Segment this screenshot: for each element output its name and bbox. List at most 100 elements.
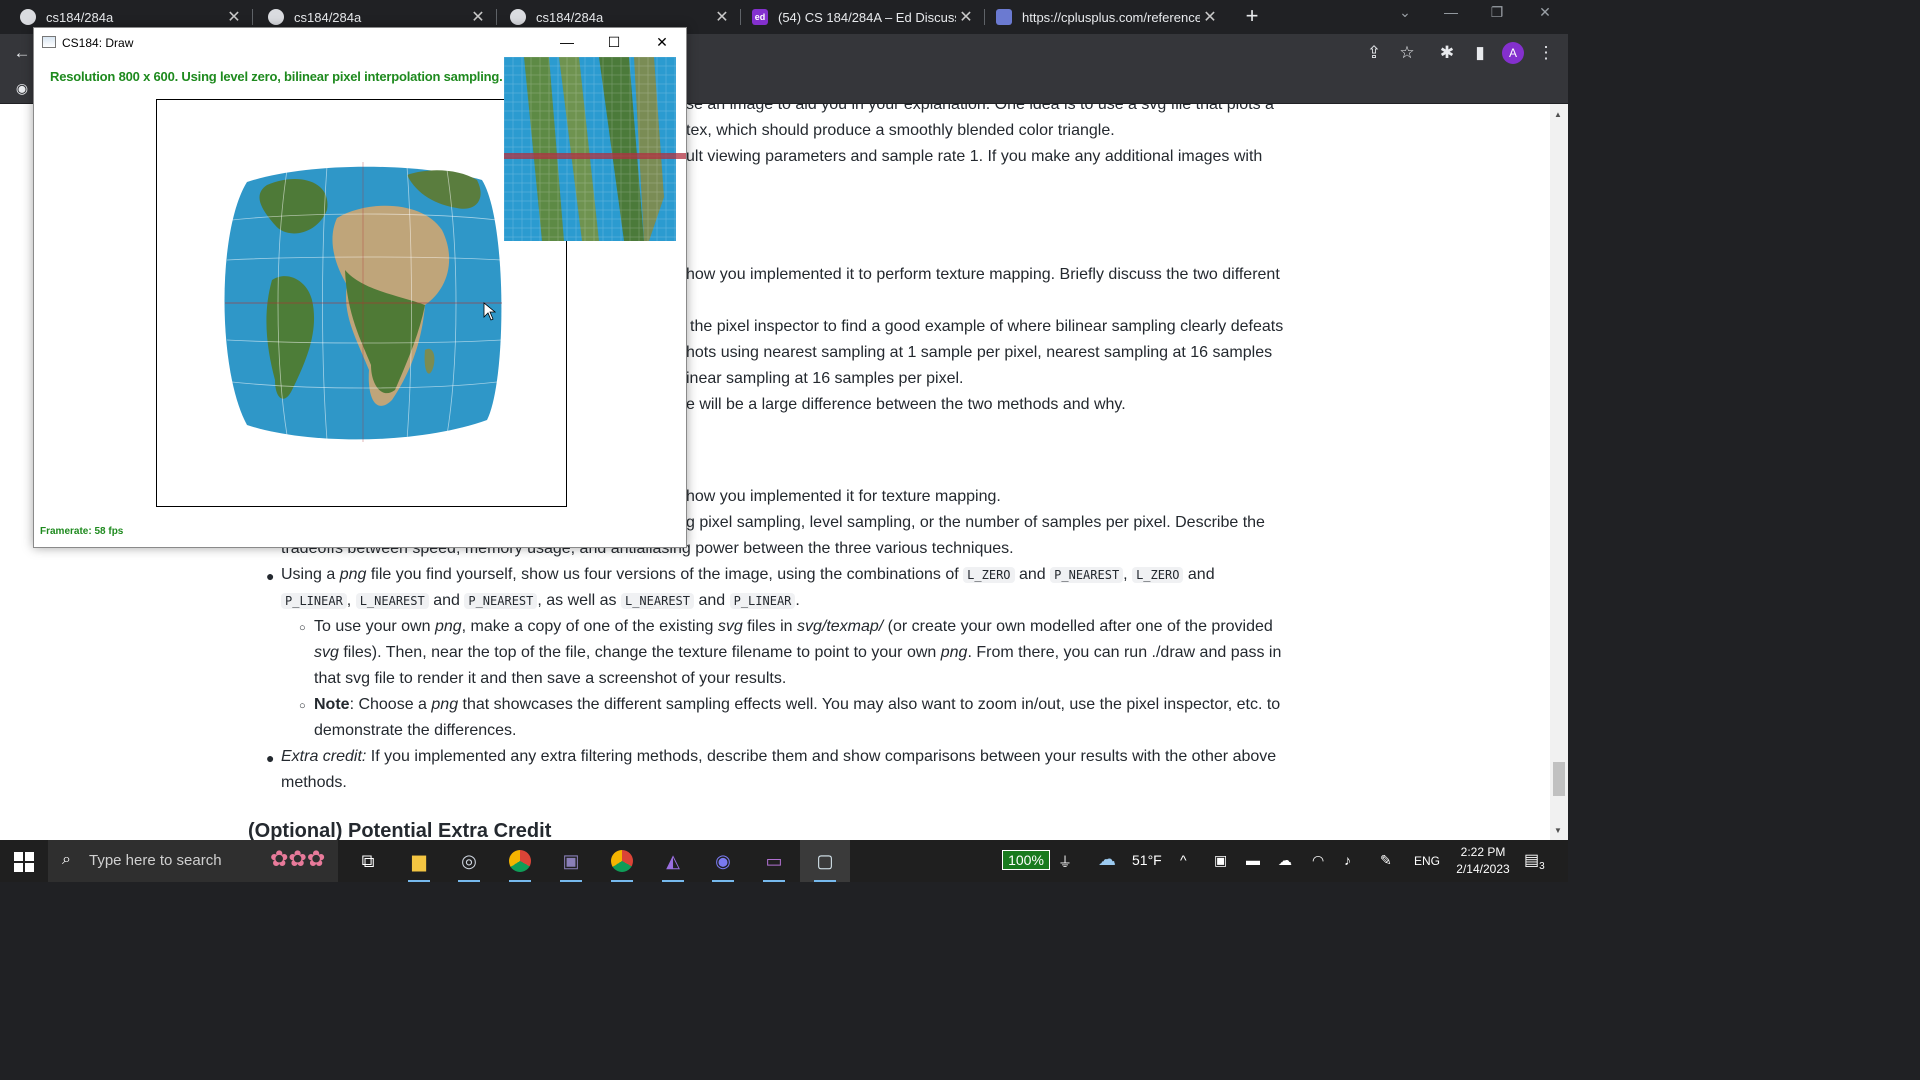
- side-panel-icon[interactable]: ▮: [1468, 41, 1492, 65]
- close-icon[interactable]: ✕: [647, 32, 677, 52]
- sub-bullet-circle: ○: [299, 700, 306, 712]
- minimize-icon[interactable]: —: [1436, 4, 1466, 20]
- tab-title: https://cplusplus.com/reference/: [1022, 9, 1200, 25]
- sub-bullet-circle: ○: [299, 622, 306, 634]
- tab-title: (54) CS 184/284A – Ed Discussion: [778, 9, 956, 25]
- discord-icon[interactable]: ◉: [708, 846, 738, 882]
- pixel-inspector: [504, 57, 686, 241]
- png-bullet-line-1: Using a png file you find yourself, show…: [281, 566, 1215, 583]
- draw-window-titlebar[interactable]: CS184: Draw — ☐ ✕: [34, 28, 686, 57]
- windows-start-icon[interactable]: [14, 852, 34, 872]
- taskbar-search-box[interactable]: ⌕ Type here to search ✿✿✿: [48, 840, 338, 882]
- close-tab-icon[interactable]: ✕: [1200, 7, 1220, 27]
- steam-icon[interactable]: ◎: [454, 846, 484, 882]
- github-icon: [268, 9, 284, 25]
- maximize-icon[interactable]: ☐: [599, 32, 629, 52]
- text-line: e will be a large difference between the…: [686, 396, 1126, 413]
- text-line: inear sampling at 16 samples per pixel.: [686, 370, 964, 387]
- scroll-up-icon[interactable]: ▲: [1554, 110, 1562, 119]
- profile-avatar[interactable]: A: [1502, 42, 1524, 64]
- taskbar-clock[interactable]: 2:22 PM 2/14/2023: [1448, 844, 1518, 878]
- meet-icon[interactable]: ▣: [1214, 852, 1227, 869]
- weather-cloud-icon[interactable]: ☁: [1098, 849, 1116, 870]
- windows-taskbar: ⌕ Type here to search ✿✿✿ ⧉ ▆ ◎ ▣ ◭ ◉ ▭ …: [0, 840, 1568, 882]
- bullet-dot: ●: [266, 750, 275, 766]
- draw-app-icon[interactable]: ▢: [810, 846, 840, 882]
- text-line: hots using nearest sampling at 1 sample …: [686, 344, 1273, 361]
- file-explorer-icon[interactable]: ▆: [404, 846, 434, 882]
- text-line: se an image to aid you in your explanati…: [686, 104, 1274, 113]
- ed-icon: ed: [752, 9, 768, 25]
- temperature[interactable]: 51°F: [1132, 852, 1162, 868]
- png-bullet-line-2: P_LINEAR, L_NEAREST and P_NEAREST, as we…: [281, 592, 800, 610]
- tab-search-icon[interactable]: ⌄: [1390, 4, 1420, 21]
- notification-count: 3: [1539, 861, 1545, 873]
- note-line-2: demonstrate the differences.: [314, 722, 517, 739]
- browser-tab-5[interactable]: https://cplusplus.com/reference/ ✕: [976, 0, 1228, 34]
- tab-title: cs184/284a: [46, 9, 114, 25]
- sub-bullet-line-3: that svg file to render it and then save…: [314, 670, 787, 687]
- text-line: tex, which should produce a smoothly ble…: [686, 122, 1115, 139]
- wifi-icon[interactable]: ◠: [1312, 852, 1324, 869]
- chevron-up-icon[interactable]: ^: [1180, 852, 1187, 868]
- restore-icon[interactable]: ❐: [1482, 4, 1512, 21]
- scroll-thumb[interactable]: [1553, 762, 1565, 796]
- sub-bullet-line-1: To use your own png, make a copy of one …: [314, 618, 1273, 635]
- text-line: g pixel sampling, level sampling, or the…: [686, 514, 1265, 531]
- visual-studio-icon[interactable]: ◭: [658, 846, 688, 882]
- pixel-inspector-zoom: [504, 57, 686, 241]
- volume-icon[interactable]: ♪: [1344, 852, 1351, 868]
- page-scrollbar[interactable]: ▲ ▼: [1550, 104, 1568, 840]
- close-tab-icon[interactable]: ✕: [712, 7, 732, 27]
- extra-credit-line-1: Extra credit: If you implemented any ext…: [281, 748, 1277, 765]
- close-window-icon[interactable]: ✕: [1530, 4, 1560, 21]
- sub-bullet-line-2: svg files). Then, near the top of the fi…: [314, 644, 1282, 661]
- clock-date: 2/14/2023: [1456, 862, 1510, 876]
- battery-percent[interactable]: 100%: [1002, 850, 1050, 870]
- search-icon: ⌕: [62, 851, 71, 868]
- chrome-icon[interactable]: [505, 846, 535, 882]
- share-icon[interactable]: ⇪: [1362, 41, 1386, 65]
- back-arrow-icon[interactable]: ←: [10, 41, 34, 65]
- text-line: ult viewing parameters and sample rate 1…: [686, 148, 1263, 165]
- clock-time: 2:22 PM: [1460, 845, 1506, 859]
- new-tab-button[interactable]: +: [1240, 5, 1264, 29]
- extensions-icon[interactable]: ✱: [1435, 41, 1459, 65]
- bookmark-star-icon[interactable]: ☆: [1395, 41, 1419, 65]
- app-window-icon: [42, 36, 56, 48]
- close-tab-icon[interactable]: ✕: [956, 7, 976, 27]
- notification-center-icon[interactable]: ▤3: [1524, 850, 1545, 872]
- close-tab-icon[interactable]: ✕: [468, 7, 488, 27]
- chrome-icon[interactable]: ◉: [10, 76, 34, 100]
- battery-icon[interactable]: ▬: [1246, 852, 1260, 868]
- browser-tab-4[interactable]: ed (54) CS 184/284A – Ed Discussion ✕: [732, 0, 984, 34]
- note-line-1: Note: Choose a png that showcases the di…: [314, 696, 1281, 713]
- text-line: how you implemented it for texture mappi…: [686, 488, 1001, 505]
- tab-title: cs184/284a: [294, 9, 362, 25]
- pen-icon[interactable]: ✎: [1380, 852, 1392, 869]
- text-line: how you implemented it to perform textur…: [686, 266, 1280, 283]
- app-icon[interactable]: ▣: [556, 846, 586, 882]
- github-icon: [20, 9, 36, 25]
- terminal-icon[interactable]: ▭: [759, 846, 789, 882]
- close-tab-icon[interactable]: ✕: [224, 7, 244, 27]
- task-view-icon[interactable]: ⧉: [353, 846, 383, 876]
- scroll-down-icon[interactable]: ▼: [1554, 826, 1562, 835]
- tulips-icon: ✿✿✿: [270, 846, 326, 871]
- minimize-icon[interactable]: —: [552, 32, 582, 52]
- framerate-text: Framerate: 58 fps: [40, 526, 124, 537]
- draw-window-title: CS184: Draw: [62, 36, 134, 50]
- search-placeholder: Type here to search: [89, 852, 222, 869]
- chrome-profile-icon[interactable]: [607, 846, 637, 882]
- more-menu-icon[interactable]: ⋮: [1534, 41, 1558, 65]
- cplusplus-icon: [996, 9, 1012, 25]
- tab-title: cs184/284a: [536, 9, 604, 25]
- text-line: the pixel inspector to find a good examp…: [690, 318, 1284, 335]
- draw-window[interactable]: CS184: Draw — ☐ ✕ Resolution 800 x 600. …: [33, 27, 687, 548]
- extra-credit-line-2: methods.: [281, 774, 347, 791]
- section-heading: (Optional) Potential Extra Credit: [248, 820, 552, 840]
- bullet-dot: ●: [266, 568, 275, 584]
- language-indicator[interactable]: ENG: [1414, 854, 1440, 868]
- plug-icon: ⏚: [1058, 854, 1072, 870]
- onedrive-icon[interactable]: ☁: [1278, 852, 1292, 869]
